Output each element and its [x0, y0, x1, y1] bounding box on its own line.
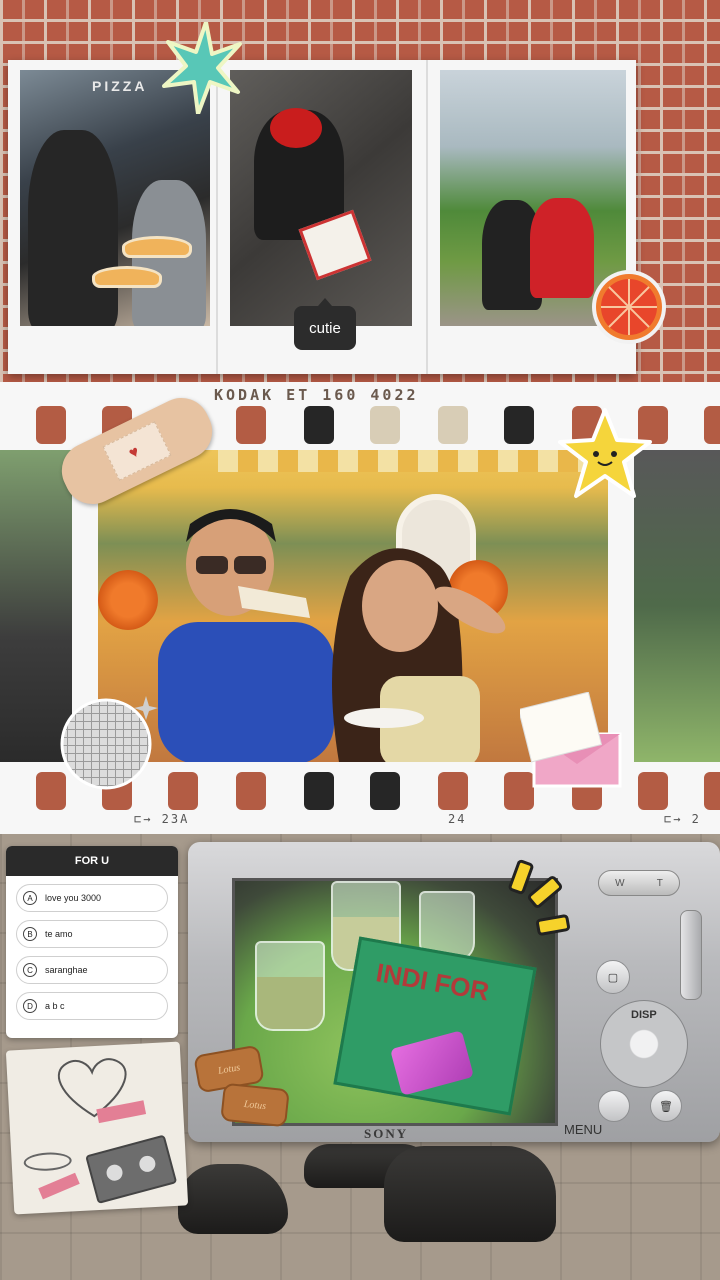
- love-letter-envelope-sticker: [520, 692, 622, 788]
- book: INDI FOR: [333, 936, 537, 1116]
- scrapbook-sticker: [5, 1041, 189, 1215]
- zoom-wide-label: W: [615, 877, 625, 889]
- polaroid-red-cap: [230, 70, 412, 326]
- camera-brand: SONY: [364, 1126, 409, 1141]
- poll-title: FOR U: [6, 846, 178, 876]
- book-title: INDI FOR: [373, 957, 492, 1007]
- frame-number: ⊏→ 2: [664, 812, 701, 826]
- cassette-tape-icon: [85, 1134, 178, 1205]
- poll-card: FOR U A love you 3000 B te amo C sarangh…: [6, 846, 178, 1038]
- orange-slice-sticker: [592, 270, 666, 344]
- pizza-sign: PIZZA: [92, 78, 148, 94]
- teal-star-sticker: [162, 22, 242, 114]
- disp-label: DISP: [631, 1009, 657, 1021]
- delete-button[interactable]: 🗑: [650, 1090, 682, 1122]
- poll-option-c[interactable]: C saranghae: [16, 956, 168, 984]
- pink-tape: [38, 1172, 80, 1200]
- frame-number: ⊏→ 23A: [134, 812, 190, 826]
- boot-left: [178, 1164, 288, 1234]
- menu-label: MENU: [564, 1122, 603, 1137]
- boot-right: [384, 1146, 556, 1242]
- disco-ball-sticker: [60, 696, 158, 790]
- heart-icon: ♥: [126, 443, 143, 463]
- playback-button[interactable]: ▢: [596, 960, 630, 994]
- smiley-star-sticker: [558, 408, 652, 498]
- poll-option-d[interactable]: D a b c: [16, 992, 168, 1020]
- zoom-tele-label: T: [656, 877, 663, 889]
- poll-option-a[interactable]: A love you 3000: [16, 884, 168, 912]
- poll-option-b[interactable]: B te amo: [16, 920, 168, 948]
- cutie-caption-sticker: cutie: [294, 298, 356, 350]
- frame-number: 24: [448, 812, 467, 826]
- flash-lines-sticker: [508, 859, 571, 936]
- menu-button[interactable]: [598, 1090, 630, 1122]
- camera-dpad[interactable]: DISP: [600, 1000, 688, 1088]
- polaroid-divider: [426, 60, 428, 374]
- mode-switch[interactable]: [680, 910, 702, 1000]
- film-stock-label: KODAK ET 160 4022: [214, 386, 419, 404]
- ring-doodle: [23, 1151, 73, 1172]
- biscuit-sticker: Lotus: [220, 1082, 290, 1128]
- zoom-rocker[interactable]: W T: [598, 870, 680, 896]
